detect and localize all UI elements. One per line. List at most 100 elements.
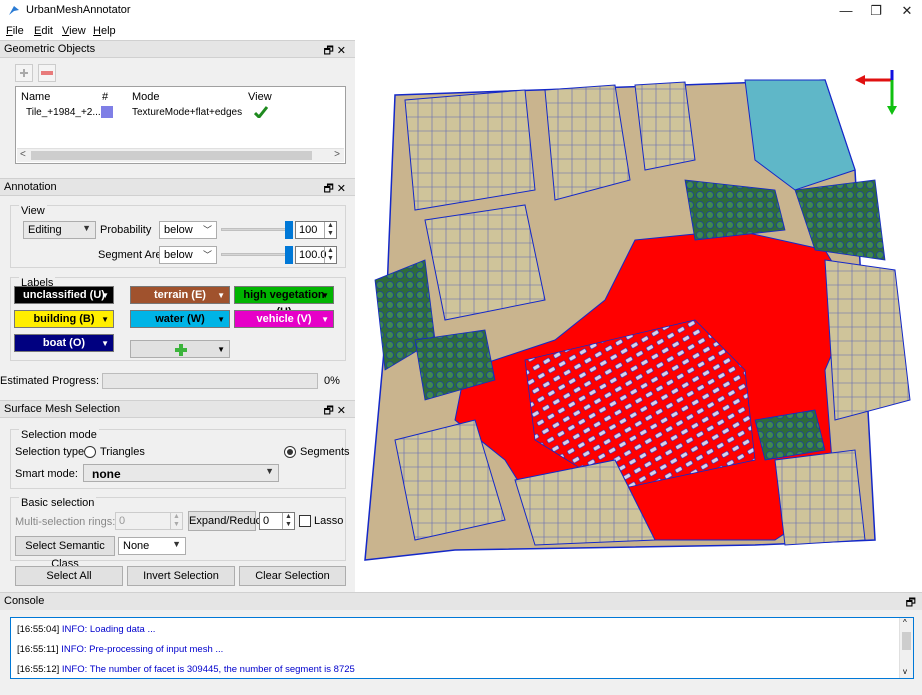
triangles-label[interactable]: Triangles xyxy=(100,446,145,458)
basic-selection-group: Basic selection Multi-selection rings: 0… xyxy=(10,497,346,570)
selection-type-label: Selection type: xyxy=(15,446,88,458)
add-label-button[interactable]: ▼ xyxy=(130,340,230,358)
segment-area-slider-track[interactable] xyxy=(221,253,293,256)
objects-table[interactable]: Name # Mode View Tile_+1984_+2... Textur… xyxy=(15,86,346,164)
view-group-title: View xyxy=(19,205,47,217)
progress-label: Estimated Progress: xyxy=(0,375,100,387)
probability-spinbox[interactable]: 100 ▲ ▼ xyxy=(295,221,337,239)
expand-spinbox[interactable]: 0 ▲ ▼ xyxy=(259,512,295,530)
scroll-thumb[interactable] xyxy=(902,632,911,650)
log-timestamp: [16:55:12] xyxy=(17,664,60,675)
segments-label[interactable]: Segments xyxy=(300,446,350,458)
col-name: Name xyxy=(21,91,51,103)
probability-label: Probability xyxy=(100,224,152,236)
probability-slider-handle[interactable] xyxy=(285,221,293,239)
menu-help[interactable]: Help xyxy=(93,25,116,37)
selection-mode-group: Selection mode Selection type: Triangles… xyxy=(10,429,350,489)
console-vertical-scrollbar[interactable]: ^ v xyxy=(899,618,913,678)
objects-horizontal-scrollbar[interactable]: < > xyxy=(17,148,344,162)
semantic-class-combo[interactable]: None ▼ xyxy=(118,537,186,555)
clear-selection-button[interactable]: Clear Selection xyxy=(239,566,346,586)
lasso-label[interactable]: Lasso xyxy=(314,515,343,527)
menu-bar: File Edit View Help xyxy=(0,22,922,40)
lasso-checkbox[interactable] xyxy=(299,515,311,527)
label-button[interactable]: high vegetation (H)▼ xyxy=(234,286,334,318)
chevron-down-icon: ▼ xyxy=(172,539,181,549)
label-button[interactable]: terrain (E) ▼ xyxy=(130,286,230,304)
segment-area-slider-handle[interactable] xyxy=(285,246,293,264)
dock-float-icon[interactable]: 🗗 xyxy=(906,594,916,613)
add-object-button[interactable] xyxy=(15,64,33,82)
segment-area-value: 100.0 xyxy=(299,249,327,261)
surface-selection-title: Surface Mesh Selection xyxy=(4,403,121,415)
smart-mode-combo[interactable]: none ▼ xyxy=(83,464,279,482)
minimize-button[interactable]: — xyxy=(836,3,856,19)
spin-arrows-icon[interactable]: ▲ ▼ xyxy=(170,513,182,529)
dock-float-close-icons[interactable]: 🗗✕ xyxy=(323,180,349,199)
log-message: INFO: The number of facet is 309445, the… xyxy=(59,664,355,675)
label-button[interactable]: unclassified (U) ▼ xyxy=(14,286,114,304)
segment-area-op-combo[interactable]: below ﹀ xyxy=(159,246,217,264)
menu-file[interactable]: File xyxy=(6,25,24,37)
object-color-swatch[interactable] xyxy=(101,106,113,118)
log-message: INFO: Pre-processing of input mesh ... xyxy=(58,644,224,655)
expand-reduce-button[interactable]: Expand/Reduce xyxy=(188,511,267,531)
scroll-left-arrow[interactable]: < xyxy=(20,149,26,160)
spin-arrows-icon[interactable]: ▲ ▼ xyxy=(282,513,294,529)
label-button[interactable]: boat (O) ▼ xyxy=(14,334,114,352)
select-all-button[interactable]: Select All xyxy=(15,566,123,586)
chevron-down-icon: ▼ xyxy=(82,223,91,233)
probability-value: 100 xyxy=(299,224,318,236)
scroll-thumb[interactable] xyxy=(31,151,312,160)
probability-op-value: below xyxy=(164,224,193,236)
menu-view[interactable]: View xyxy=(62,25,86,37)
expand-value: 0 xyxy=(263,515,270,527)
object-name[interactable]: Tile_+1984_+2... xyxy=(26,107,101,118)
console-titlebar: Console 🗗 xyxy=(0,592,922,610)
menu-edit[interactable]: Edit xyxy=(34,25,53,37)
annotation-titlebar: Annotation 🗗✕ xyxy=(0,178,355,196)
label-button-text: boat (O) xyxy=(42,337,86,349)
chevron-down-icon: ▼ xyxy=(101,339,109,348)
scroll-down-arrow[interactable]: v xyxy=(903,667,907,676)
urban-mesh-render[interactable] xyxy=(355,40,922,592)
chevron-down-icon: ﹀ xyxy=(202,225,212,235)
console-log[interactable]: [16:55:04] INFO: Loading data ... [16:55… xyxy=(10,617,914,679)
multi-rings-spinbox[interactable]: 0 ▲ ▼ xyxy=(115,512,183,530)
label-button[interactable]: vehicle (V) ▼ xyxy=(234,310,334,328)
log-line: [16:55:12] INFO: The number of facet is … xyxy=(17,664,355,675)
dock-float-close-icons[interactable]: 🗗✕ xyxy=(323,42,349,61)
surface-selection-titlebar: Surface Mesh Selection 🗗✕ xyxy=(0,400,355,418)
probability-slider-track[interactable] xyxy=(221,228,293,231)
scroll-right-arrow[interactable]: > xyxy=(334,149,340,160)
left-dock: Geometric Objects 🗗✕ Name # Mode View Ti… xyxy=(0,40,355,592)
col-count: # xyxy=(102,91,109,103)
spin-arrows-icon[interactable]: ▲ ▼ xyxy=(324,247,336,263)
spin-arrows-icon[interactable]: ▲ ▼ xyxy=(324,222,336,238)
annotation-title: Annotation xyxy=(4,181,57,193)
invert-selection-button[interactable]: Invert Selection xyxy=(127,566,235,586)
geometric-objects-titlebar: Geometric Objects 🗗✕ xyxy=(0,40,355,58)
label-button-text: unclassified (U) xyxy=(23,289,105,301)
label-button-text: building (B) xyxy=(33,313,95,325)
chevron-down-icon: ﹀ xyxy=(202,250,212,260)
plus-icon xyxy=(175,344,187,356)
restore-button[interactable]: ❐ xyxy=(866,3,886,19)
chevron-down-icon: ▼ xyxy=(217,291,225,300)
segment-area-spinbox[interactable]: 100.0 ▲ ▼ xyxy=(295,246,337,264)
view-group: View Editing ▼ Probability below ﹀ 100 ▲ ▼ … xyxy=(10,205,346,268)
select-semantic-class-button[interactable]: Select Semantic Class xyxy=(15,536,115,570)
close-button[interactable]: ✕ xyxy=(897,3,917,19)
remove-object-button[interactable] xyxy=(38,64,56,82)
segments-radio[interactable] xyxy=(284,446,296,458)
label-button[interactable]: building (B) ▼ xyxy=(14,310,114,328)
triangles-radio[interactable] xyxy=(84,446,96,458)
dock-float-close-icons[interactable]: 🗗✕ xyxy=(323,402,349,421)
mode-combo[interactable]: Editing ▼ xyxy=(23,221,96,239)
mesh-viewport[interactable] xyxy=(355,40,922,592)
label-button[interactable]: water (W) ▼ xyxy=(130,310,230,328)
scroll-up-arrow[interactable]: ^ xyxy=(903,618,907,627)
probability-op-combo[interactable]: below ﹀ xyxy=(159,221,217,239)
app-logo-icon xyxy=(9,6,19,15)
checkmark-icon[interactable] xyxy=(254,106,268,118)
